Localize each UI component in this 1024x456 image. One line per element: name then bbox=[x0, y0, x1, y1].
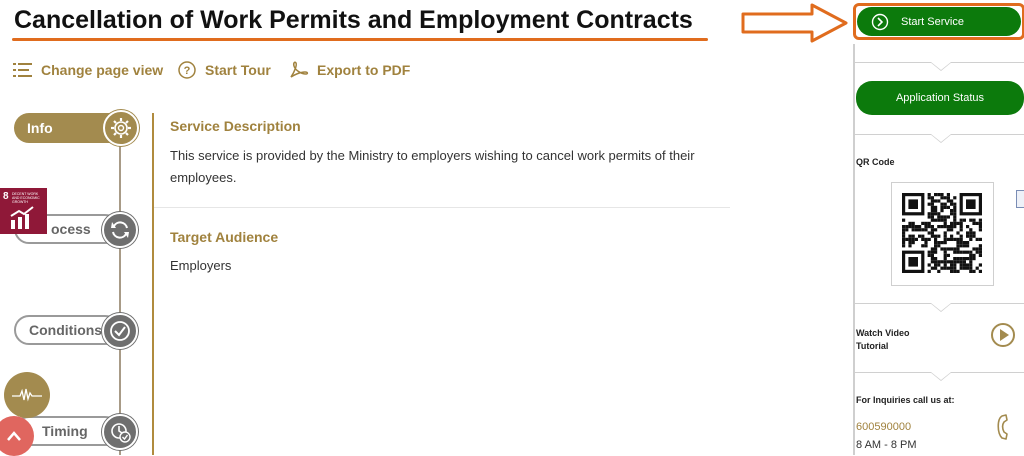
play-video-button[interactable] bbox=[990, 322, 1016, 353]
chevron-right-circle-icon bbox=[871, 13, 889, 30]
sdg-number: 8 bbox=[3, 191, 9, 202]
change-page-view-label: Change page view bbox=[41, 62, 164, 78]
waveform-icon bbox=[12, 388, 42, 402]
working-hours: 8 AM - 8 PM bbox=[856, 439, 917, 451]
separator-notch-inner bbox=[931, 372, 951, 380]
gear-icon[interactable] bbox=[103, 110, 139, 146]
timeline-tab-label: Timing bbox=[42, 423, 88, 439]
separator-notch-inner bbox=[931, 134, 951, 142]
start-service-button[interactable]: Start Service bbox=[857, 7, 1021, 36]
qr-code[interactable] bbox=[891, 182, 994, 286]
start-tour-button[interactable]: ? Start Tour bbox=[177, 61, 271, 79]
start-tour-label: Start Tour bbox=[205, 62, 271, 78]
side-panel-border bbox=[853, 44, 855, 455]
check-circle-icon[interactable] bbox=[102, 313, 138, 349]
export-pdf-label: Export to PDF bbox=[317, 62, 411, 78]
list-icon bbox=[13, 63, 32, 77]
sdg-text: DECENT WORK AND ECONOMIC GROWTH bbox=[12, 192, 40, 204]
clock-check-icon[interactable] bbox=[102, 414, 138, 450]
scroll-to-top-button[interactable] bbox=[0, 416, 34, 456]
accessibility-wave-button[interactable] bbox=[4, 372, 50, 418]
phone-icon[interactable] bbox=[994, 413, 1012, 446]
inquiries-label: For Inquiries call us at: bbox=[856, 395, 955, 405]
section-divider bbox=[154, 207, 730, 208]
growth-chart-icon bbox=[10, 206, 34, 229]
separator-notch-inner bbox=[931, 62, 951, 70]
phone-number-link[interactable]: 600590000 bbox=[856, 421, 911, 433]
arrow-annotation-icon bbox=[741, 3, 848, 43]
chevron-up-icon bbox=[7, 431, 21, 441]
service-description-text: This service is provided by the Ministry… bbox=[170, 148, 695, 185]
change-page-view-button[interactable]: Change page view bbox=[13, 61, 163, 79]
separator-notch-inner bbox=[931, 303, 951, 311]
play-icon bbox=[991, 323, 1015, 347]
target-audience-heading: Target Audience bbox=[170, 229, 279, 245]
start-service-label: Start Service bbox=[901, 15, 964, 28]
timeline-tab-label: Info bbox=[27, 120, 53, 136]
qr-code-label: QR Code bbox=[856, 157, 895, 167]
application-status-button[interactable]: Application Status bbox=[856, 81, 1024, 115]
service-description-heading: Service Description bbox=[170, 118, 301, 134]
refresh-icon[interactable] bbox=[102, 212, 138, 248]
qr-code-image bbox=[902, 193, 982, 273]
help-circle-icon: ? bbox=[178, 61, 196, 79]
timeline-line bbox=[119, 128, 121, 455]
svg-text:?: ? bbox=[184, 65, 191, 77]
content-divider bbox=[152, 113, 154, 455]
timeline-tab-label: ocess bbox=[51, 221, 91, 237]
watch-video-label: Watch Video Tutorial bbox=[856, 328, 910, 351]
target-audience-text: Employers bbox=[170, 258, 232, 273]
sdg-badge[interactable]: 8 DECENT WORK AND ECONOMIC GROWTH bbox=[0, 188, 47, 234]
pdf-icon bbox=[290, 61, 309, 78]
edge-tab[interactable] bbox=[1016, 190, 1024, 208]
export-pdf-button[interactable]: Export to PDF bbox=[289, 61, 410, 79]
application-status-label: Application Status bbox=[895, 92, 985, 104]
timeline-tab-label: Conditions bbox=[29, 322, 103, 338]
page-title: Cancellation of Work Permits and Employm… bbox=[14, 6, 693, 34]
title-underline-annotation bbox=[12, 38, 708, 41]
